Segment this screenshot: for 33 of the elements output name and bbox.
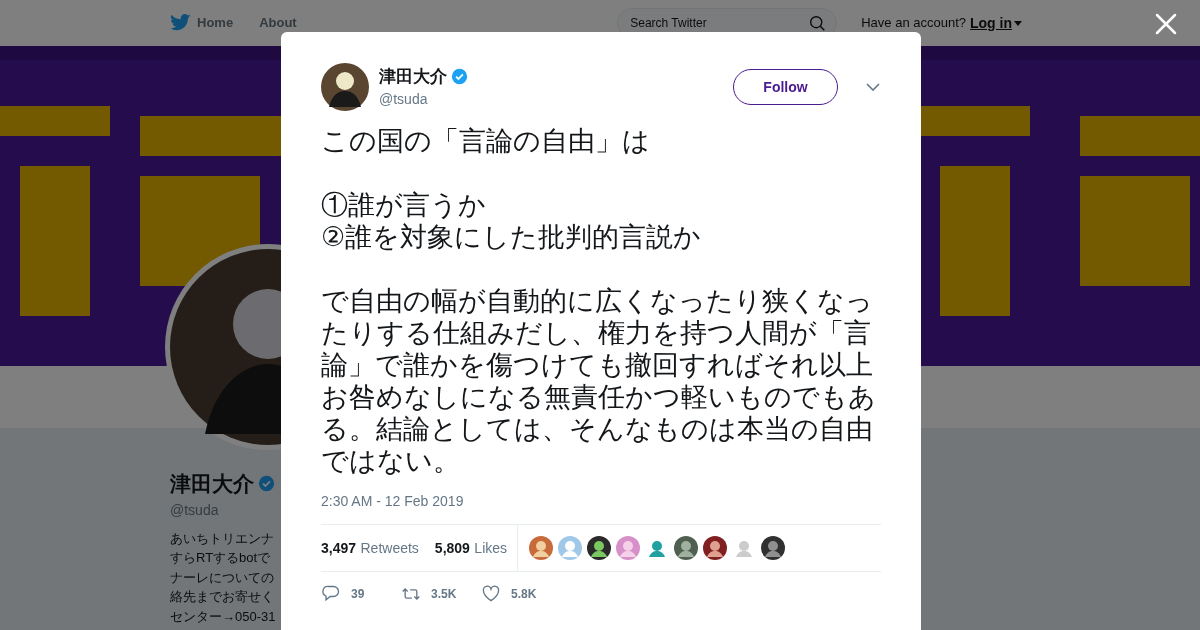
timestamp: 2:30 AM - 12 Feb 2019 — [321, 492, 465, 511]
heart-icon[interactable] — [481, 584, 501, 604]
author-name: 津田大介 — [379, 65, 447, 88]
bio-text: 絡先までお寄せく — [170, 589, 274, 604]
retweets-link[interactable]: 3,497 Retweets — [321, 536, 419, 560]
bio-text: センター→050-31 — [170, 608, 276, 624]
likes-link[interactable]: 5,809 Likes — [434, 536, 508, 560]
close-icon[interactable] — [1154, 12, 1178, 36]
search-icon[interactable] — [809, 14, 827, 32]
avatar[interactable] — [587, 536, 612, 560]
caret-icon — [1014, 20, 1022, 26]
tweet-text: ①誰が言うか ②誰を対象にした批判的言説か — [321, 189, 702, 253]
bird-icon — [170, 14, 192, 32]
like-count: 5.8K — [511, 586, 537, 603]
account-prompt: Have an account? — [861, 14, 966, 33]
login-link[interactable]: Log in — [970, 12, 1022, 34]
reply-count: 39 — [351, 586, 365, 603]
reply-icon[interactable] — [321, 584, 341, 604]
follow-button[interactable]: Follow — [733, 69, 838, 105]
avatar[interactable] — [674, 536, 699, 560]
bio-text: あいちトリエンナ — [170, 530, 274, 546]
author-handle: @tsuda — [379, 90, 429, 110]
retweet-count: 3.5K — [431, 586, 457, 603]
tweet-text: この国の「言論の自由」は — [321, 125, 651, 157]
avatar — [321, 63, 369, 111]
bio-text: すらRTするbotで — [170, 550, 271, 565]
profile-handle: @tsuda — [170, 501, 219, 518]
avatar[interactable] — [761, 536, 786, 560]
bio-text: ナーレについての — [170, 569, 274, 585]
tweet-text: で自由の幅が自動的に広くなったり狭くなったりする仕組みだし、権力を持つ人間が「言論」で誰かを傷つけても撤回すればそれ以上お咎めなしになる無責任かつ軽いものでもある。結論としては、そんなものは本当の自由ではない。 — [321, 285, 877, 477]
chevron-icon[interactable] — [866, 83, 880, 91]
profile-name: 津田大介 — [170, 471, 254, 497]
avatar[interactable] — [703, 536, 728, 560]
